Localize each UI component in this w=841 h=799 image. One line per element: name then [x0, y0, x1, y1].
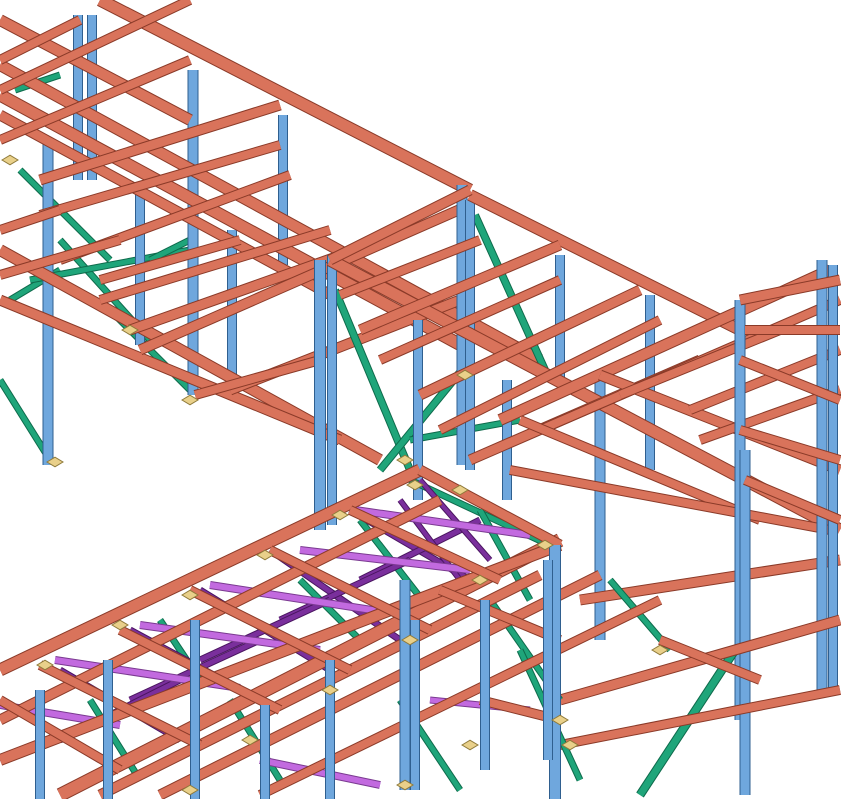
gusset-plate[interactable] — [1, 154, 19, 166]
steel-structure-render[interactable] — [0, 0, 841, 799]
3d-model-viewport[interactable] — [0, 0, 841, 799]
gusset-plate[interactable] — [461, 739, 479, 751]
steel-beam[interactable] — [257, 595, 663, 799]
